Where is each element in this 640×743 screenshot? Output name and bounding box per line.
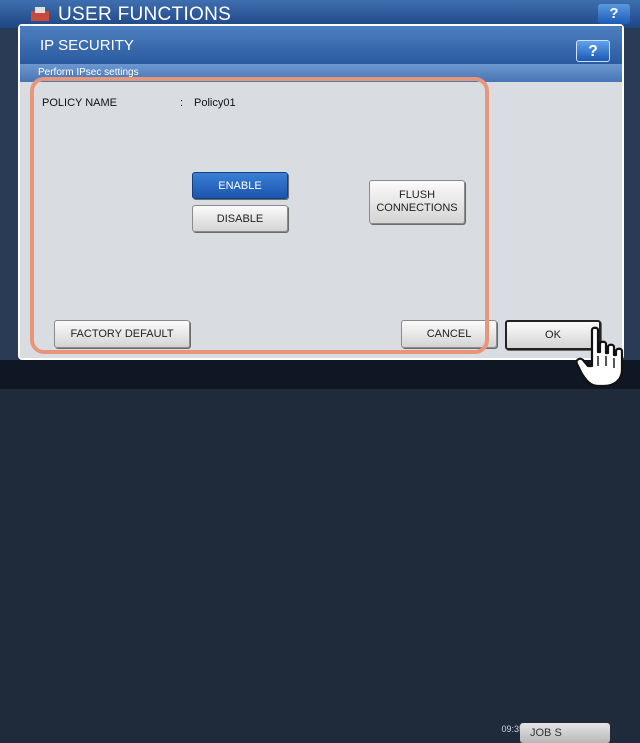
policy-name-label: POLICY NAME [42,97,117,109]
enable-button[interactable]: ENABLE [192,172,288,199]
user-functions-icon [31,7,49,21]
policy-name-value: Policy01 [194,97,236,109]
cancel-button[interactable]: CANCEL [401,320,497,348]
factory-default-button[interactable]: FACTORY DEFAULT [54,320,190,348]
job-status-button[interactable]: JOB S [520,723,610,743]
pointer-hand-icon [575,326,624,388]
policy-name-separator: : [180,97,184,109]
clock-time: 09:35 [501,724,524,734]
flush-connections-label: FLUSH CONNECTIONS [376,189,457,215]
status-bar: 09:35 JOB S [0,360,640,743]
flush-label-line2: CONNECTIONS [376,202,458,214]
app-help-button[interactable]: ? [598,4,630,24]
flush-label-line1: FLUSH [398,189,436,201]
dialog-help-button[interactable]: ? [576,40,610,62]
disable-button[interactable]: DISABLE [192,205,288,232]
ip-security-dialog: IP SECURITY ? Perform IPsec settings POL… [18,24,624,360]
flush-connections-button[interactable]: FLUSH CONNECTIONS [369,180,465,224]
background-left-edge [0,28,18,389]
app-title: USER FUNCTIONS [58,4,232,25]
dialog-instruction-bar: Perform IPsec settings [20,64,622,82]
dialog-instruction: Perform IPsec settings [38,67,139,78]
dialog-title: IP SECURITY [40,37,134,54]
dialog-title-bar: IP SECURITY ? [20,26,622,64]
